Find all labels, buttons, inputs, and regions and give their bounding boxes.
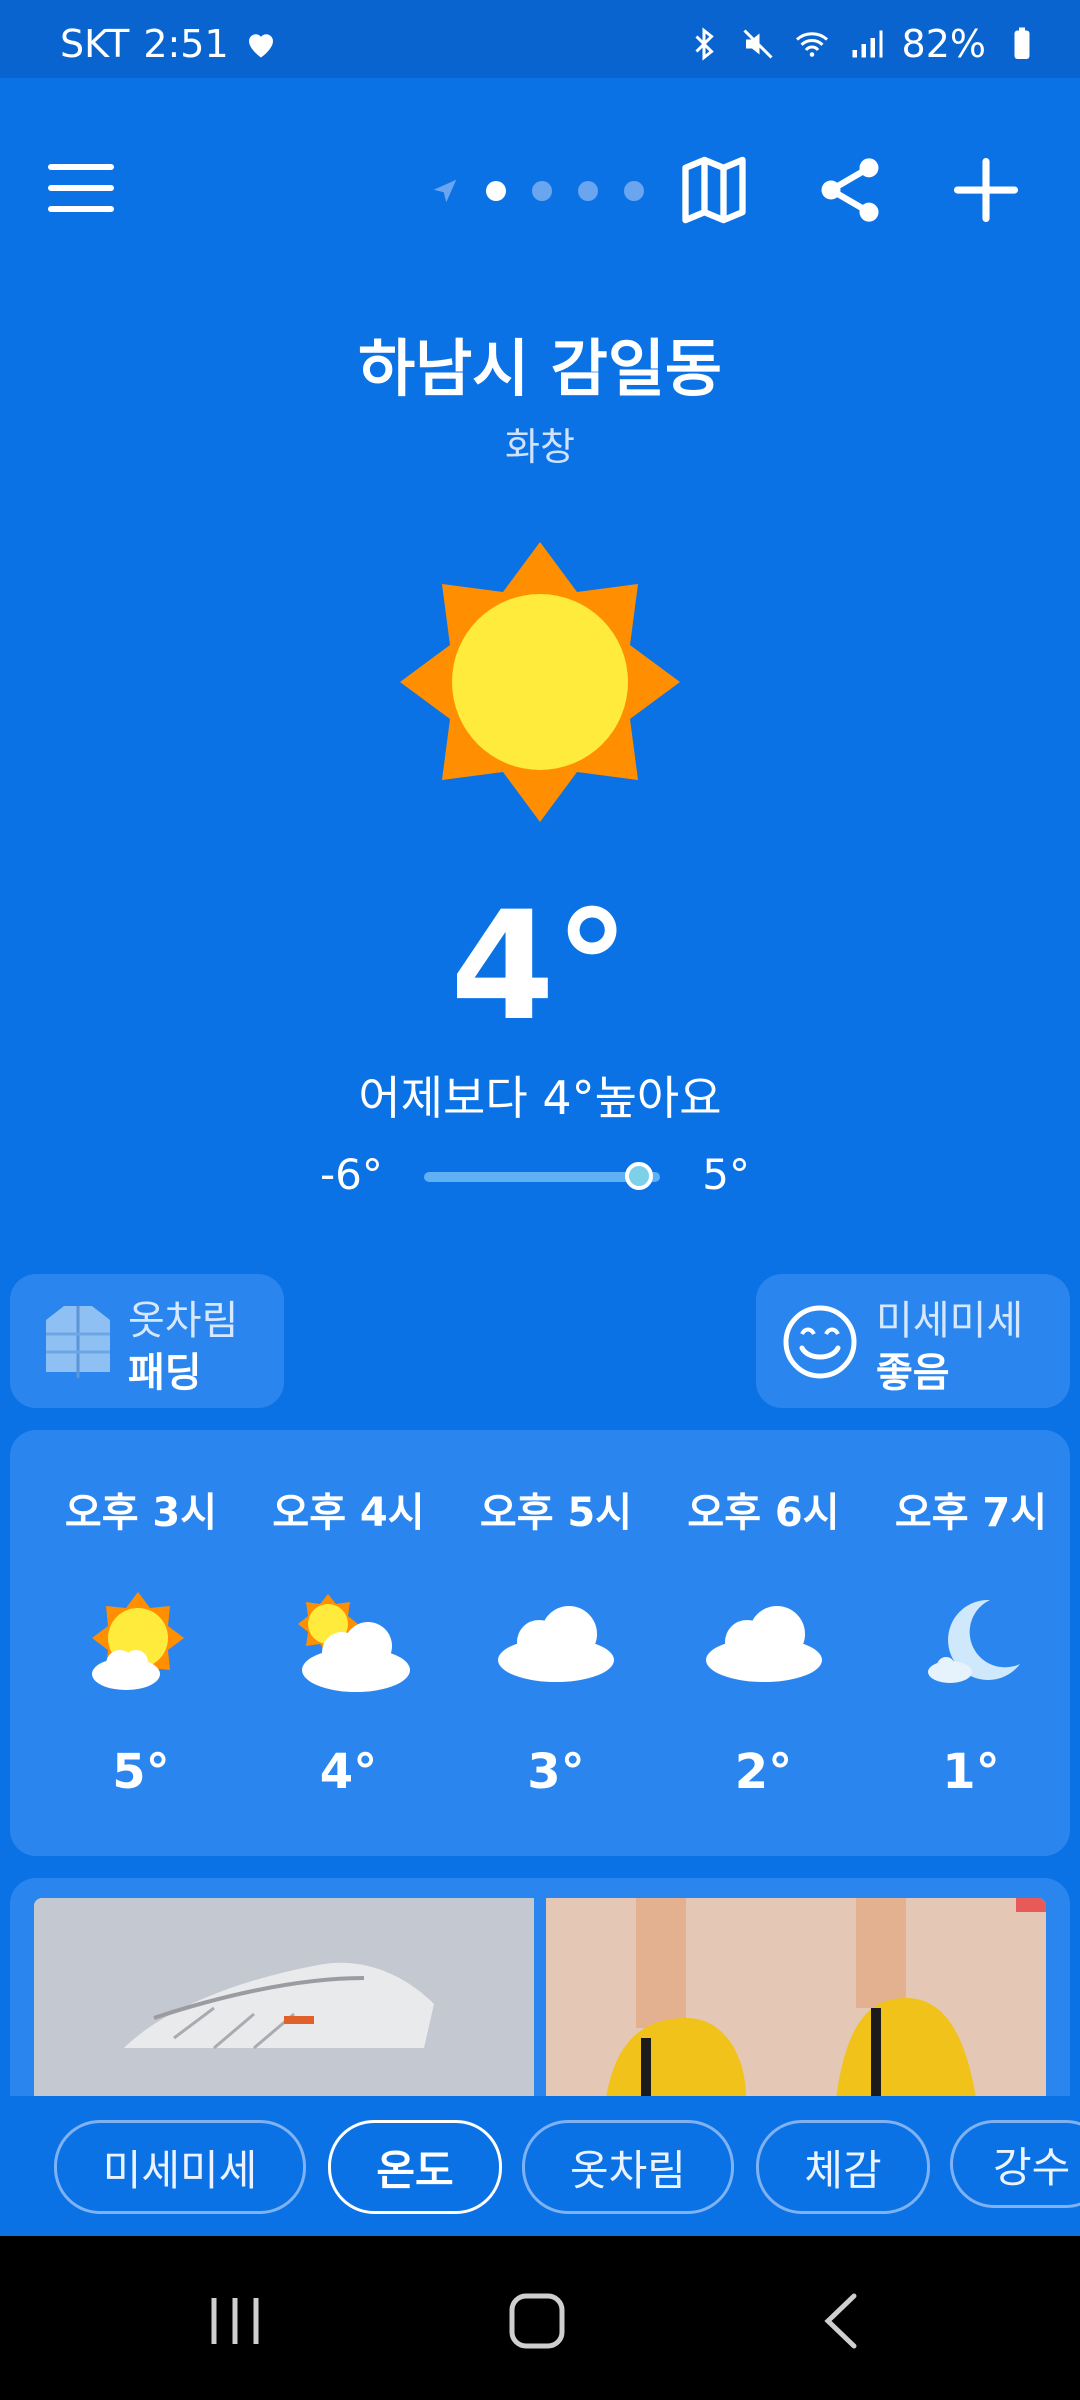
- tab-outfit[interactable]: 옷차림: [522, 2120, 734, 2214]
- mute-icon: [742, 29, 773, 59]
- wifi-icon: [795, 32, 828, 57]
- tab-feels-like[interactable]: 체감: [756, 2120, 930, 2214]
- hour-label: 오후 7시: [894, 1490, 1048, 1536]
- hourly-list: 오후 3시 5° 오후 4시 4° 오후 5시 3° 오후 6시 2° 오후 7…: [46, 1480, 1066, 1800]
- battery-percent: 82%: [901, 22, 986, 66]
- moon-icon: [928, 1599, 1020, 1683]
- page-dot-1[interactable]: [486, 181, 506, 201]
- page-indicator[interactable]: [430, 176, 644, 206]
- location-arrow-icon: [433, 179, 457, 203]
- page-dot-4[interactable]: [624, 181, 644, 201]
- status-bar: SKT 2:51 82%: [0, 0, 1080, 78]
- weather-condition: 화창: [505, 425, 575, 469]
- fine-dust-card[interactable]: 미세미세 좋음: [756, 1274, 1070, 1408]
- compare-yesterday: 어제보다 4°높아요: [358, 1071, 722, 1125]
- cloud-sun-icon: [297, 1594, 410, 1692]
- signal-icon: [852, 30, 883, 58]
- current-marker: [624, 1162, 653, 1190]
- hour-temp: 4°: [319, 1744, 378, 1800]
- hourly-forecast-card[interactable]: 오후 3시 5° 오후 4시 4° 오후 5시 3° 오후 6시 2° 오후 7…: [10, 1430, 1070, 1856]
- location-name: 하남시 감일동: [358, 332, 722, 405]
- clock: 2:51: [143, 22, 229, 66]
- hour-item[interactable]: 오후 6시 2°: [669, 1480, 859, 1800]
- hour-temp: 2°: [734, 1744, 793, 1800]
- back-icon[interactable]: [808, 2286, 878, 2356]
- hour-temp: 3°: [527, 1744, 585, 1800]
- recent-apps-icon[interactable]: [200, 2286, 270, 2356]
- sneaker-yellow-image: [546, 1898, 1046, 2098]
- sun-cloud-icon: [92, 1592, 184, 1690]
- status-right: 82%: [686, 22, 1040, 66]
- hour-label: 오후 5시: [479, 1490, 633, 1536]
- dust-title: 미세미세: [876, 1298, 1024, 1344]
- status-left: SKT 2:51: [60, 22, 279, 66]
- hour-item[interactable]: 오후 3시 5°: [46, 1480, 236, 1800]
- heart-health-icon: [248, 34, 273, 58]
- sun-icon: [400, 542, 680, 822]
- min-temp: -6°: [320, 1150, 383, 1199]
- add-location-icon[interactable]: [948, 152, 1024, 228]
- hour-item[interactable]: 오후 7시 1°: [876, 1480, 1066, 1800]
- hour-temp: 1°: [942, 1744, 1000, 1800]
- tab-fine-dust[interactable]: 미세미세: [54, 2120, 306, 2214]
- system-nav-bar: [0, 2236, 1080, 2400]
- battery-icon: [1014, 27, 1030, 59]
- map-icon[interactable]: [676, 152, 752, 228]
- outfit-value: 패딩: [128, 1350, 202, 1396]
- page-dot-2[interactable]: [532, 181, 552, 201]
- share-icon[interactable]: [812, 152, 888, 228]
- hour-temp: 5°: [112, 1744, 170, 1800]
- home-icon[interactable]: [502, 2286, 572, 2356]
- current-temperature: 4°: [450, 880, 630, 1054]
- jacket-icon: [46, 1306, 110, 1378]
- hour-label: 오후 4시: [272, 1490, 425, 1536]
- temp-range: -6° 5°: [320, 1150, 760, 1200]
- ad-image-left[interactable]: [34, 1898, 534, 2098]
- carrier-label: SKT: [60, 22, 130, 66]
- cloud-icon: [498, 1606, 614, 1682]
- hour-item[interactable]: 오후 5시 3°: [461, 1480, 651, 1800]
- cloud-icon: [705, 1606, 822, 1682]
- outfit-title: 옷차림: [128, 1298, 239, 1344]
- bluetooth-icon: [694, 27, 714, 61]
- category-tabs: 미세미세 온도 옷차림 체감 강수: [0, 2096, 1080, 2236]
- max-temp: 5°: [702, 1150, 750, 1199]
- hour-label: 오후 3시: [64, 1490, 218, 1536]
- hour-item[interactable]: 오후 4시 4°: [254, 1480, 444, 1800]
- dust-value: 좋음: [876, 1350, 950, 1396]
- outfit-card[interactable]: 옷차림 패딩: [10, 1274, 284, 1408]
- top-bar: [0, 130, 1080, 250]
- ad-image-right[interactable]: [546, 1898, 1046, 2098]
- menu-button[interactable]: [46, 152, 118, 224]
- smile-face-icon: [783, 1305, 857, 1379]
- tab-temperature[interactable]: 온도: [328, 2120, 502, 2214]
- tab-precipitation[interactable]: 강수: [950, 2120, 1080, 2208]
- sneaker-gray-image: [34, 1898, 534, 2098]
- hour-label: 오후 6시: [687, 1490, 840, 1536]
- page-dot-3[interactable]: [578, 181, 598, 201]
